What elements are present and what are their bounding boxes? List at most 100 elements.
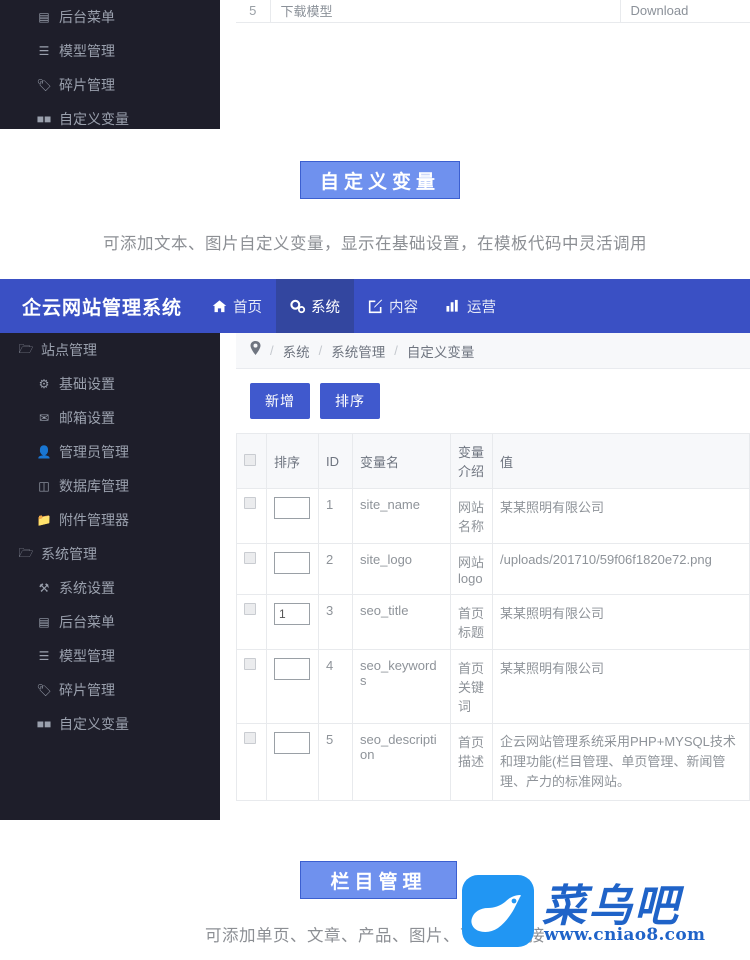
row-checkbox[interactable]: [244, 658, 256, 670]
sidebar-item-label: 系统设置: [59, 578, 115, 598]
sidebar-item-email-settings[interactable]: ✉ 邮箱设置: [0, 401, 220, 435]
add-button[interactable]: 新增: [250, 383, 310, 419]
home-icon: [212, 299, 227, 314]
sidebar-item-backend-menu[interactable]: ▤ 后台菜单: [0, 0, 220, 34]
table-row[interactable]: 1 3 seo_title 首页标题 某某照明有限公司: [237, 595, 750, 650]
top-screenshot-fragment: ▤ 后台菜单 ☰ 模型管理 🏷 碎片管理 ■■ 自定义变量: [0, 0, 750, 129]
nav-tab-operations[interactable]: 运营: [432, 279, 510, 333]
header-variable-name: 变量名: [353, 434, 451, 489]
bar-chart-icon: [446, 299, 461, 314]
sidebar-group-site-manage[interactable]: 🗁 站点管理: [0, 333, 220, 367]
table-row[interactable]: 4 seo_keywords 首页关键词 某某照明有限公司: [237, 650, 750, 724]
row-checkbox[interactable]: [244, 552, 256, 564]
database-icon: ◫: [36, 479, 52, 493]
nav-tab-system[interactable]: 系统: [276, 279, 354, 333]
nav-tab-label: 系统: [311, 296, 340, 317]
cell-value: 某某照明有限公司: [493, 650, 750, 724]
table-row[interactable]: 2 site_logo 网站logo /uploads/201710/59f06…: [237, 544, 750, 595]
cell-variable-name: seo_title: [353, 595, 451, 650]
cell-checkbox: [237, 544, 267, 595]
cell-variable-intro: 首页关键词: [451, 650, 493, 724]
sidebar-item-model-manage[interactable]: ☰ 模型管理: [0, 639, 220, 673]
sort-input[interactable]: 1: [274, 603, 310, 625]
cell-variable-intro: 首页标题: [451, 595, 493, 650]
header-sort: 排序: [267, 434, 319, 489]
cell-en: Download: [620, 0, 750, 22]
table-row[interactable]: 5 seo_description 首页描述 企云网站管理系统采用PHP+MYS…: [237, 724, 750, 801]
cell-variable-name: seo_keywords: [353, 650, 451, 724]
main-screenshot: 企云网站管理系统 首页 系统: [0, 279, 750, 841]
window-icon: ▤: [36, 615, 52, 629]
user-icon: 👤: [36, 445, 52, 459]
sidebar-item-basic-settings[interactable]: ⚙ 基础设置: [0, 367, 220, 401]
gears-icon: [290, 299, 305, 314]
sidebar-item-database-manage[interactable]: ◫ 数据库管理: [0, 469, 220, 503]
gears-icon: ⚒: [36, 581, 52, 595]
cell-value: 某某照明有限公司: [493, 595, 750, 650]
navbar-items: 首页 系统: [198, 279, 510, 333]
sidebar-item-label: 自定义变量: [59, 109, 129, 129]
nav-tab-home[interactable]: 首页: [198, 279, 276, 333]
sort-input[interactable]: [274, 658, 310, 680]
sidebar-item-attachment-manager[interactable]: 📁 附件管理器: [0, 503, 220, 537]
sort-input[interactable]: [274, 497, 310, 519]
cell-variable-intro: 网站logo: [451, 544, 493, 595]
sidebar-item-label: 系统管理: [41, 544, 97, 564]
nav-tab-content[interactable]: 内容: [354, 279, 432, 333]
brand-title: 企云网站管理系统: [0, 279, 198, 333]
sidebar-item-admin-manage[interactable]: 👤 管理员管理: [0, 435, 220, 469]
breadcrumb: / 系统 / 系统管理 / 自定义变量: [236, 333, 750, 369]
select-all-checkbox[interactable]: [244, 454, 256, 466]
folder-open-icon: 🗁: [18, 340, 34, 361]
list-icon: ☰: [36, 44, 52, 58]
sidebar-item-fragment-manage[interactable]: 🏷 碎片管理: [0, 673, 220, 707]
page-root: ▤ 后台菜单 ☰ 模型管理 🏷 碎片管理 ■■ 自定义变量: [0, 0, 750, 960]
sidebar: 🗁 站点管理 ⚙ 基础设置 ✉ 邮箱设置 👤 管理员管理 ◫ 数据库管理 📁: [0, 333, 220, 820]
table-head: 排序 ID 变量名 变量介绍 值: [237, 434, 750, 489]
cell-checkbox: [237, 650, 267, 724]
sidebar-item-backend-menu[interactable]: ▤ 后台菜单: [0, 605, 220, 639]
cell-id: 2: [319, 544, 353, 595]
sidebar-group-system-manage[interactable]: 🗁 系统管理: [0, 537, 220, 571]
table-body: 1 site_name 网站名称 某某照明有限公司 2 site_logo 网站…: [237, 489, 750, 801]
sort-input[interactable]: [274, 552, 310, 574]
sidebar-item-custom-variable[interactable]: ■■ 自定义变量: [0, 102, 220, 129]
section-title-pill: 自定义变量: [300, 161, 460, 199]
cell-id: 5: [236, 0, 270, 22]
watermark: 菜乌吧 www.cniao8.com: [462, 868, 742, 950]
sidebar-item-system-settings[interactable]: ⚒ 系统设置: [0, 571, 220, 605]
cell-sort: 1: [267, 595, 319, 650]
row-checkbox[interactable]: [244, 603, 256, 615]
sidebar-item-label: 碎片管理: [59, 680, 115, 700]
table-row[interactable]: 1 site_name 网站名称 某某照明有限公司: [237, 489, 750, 544]
cell-sort: [267, 724, 319, 801]
sidebar-item-model-manage[interactable]: ☰ 模型管理: [0, 34, 220, 68]
variables-table: 排序 ID 变量名 变量介绍 值 1 site_name 网站名称 某某照明: [236, 433, 750, 801]
row-checkbox[interactable]: [244, 732, 256, 744]
cell-sort: [267, 489, 319, 544]
cell-checkbox: [237, 724, 267, 801]
cell-value: /uploads/201710/59f06f1820e72.png: [493, 544, 750, 595]
sort-input[interactable]: [274, 732, 310, 754]
sidebar-item-fragment-manage[interactable]: 🏷 碎片管理: [0, 68, 220, 102]
gear-icon: ⚙: [36, 377, 52, 391]
sidebar-item-label: 自定义变量: [59, 714, 129, 734]
table-fragment: 5 下载模型 Download: [236, 0, 750, 23]
sidebar-item-label: 站点管理: [41, 340, 97, 360]
header-value: 值: [493, 434, 750, 489]
row-checkbox[interactable]: [244, 497, 256, 509]
folder-icon: 📁: [36, 513, 52, 527]
table-row[interactable]: 5 下载模型 Download: [236, 0, 750, 22]
sidebar-item-custom-variable[interactable]: ■■ 自定义变量: [0, 707, 220, 741]
tag-icon: 🏷: [36, 683, 52, 697]
breadcrumb-item-system-manage[interactable]: 系统管理: [331, 341, 385, 361]
th-large-icon: ■■: [36, 717, 52, 731]
cell-variable-name: site_logo: [353, 544, 451, 595]
th-large-icon: ■■: [36, 112, 52, 126]
nav-tab-label: 内容: [389, 296, 418, 317]
nav-tab-label: 运营: [467, 296, 496, 317]
sort-button[interactable]: 排序: [320, 383, 380, 419]
breadcrumb-separator: /: [319, 343, 323, 358]
cell-name: 下载模型: [270, 0, 620, 22]
breadcrumb-item-system[interactable]: 系统: [283, 341, 310, 361]
